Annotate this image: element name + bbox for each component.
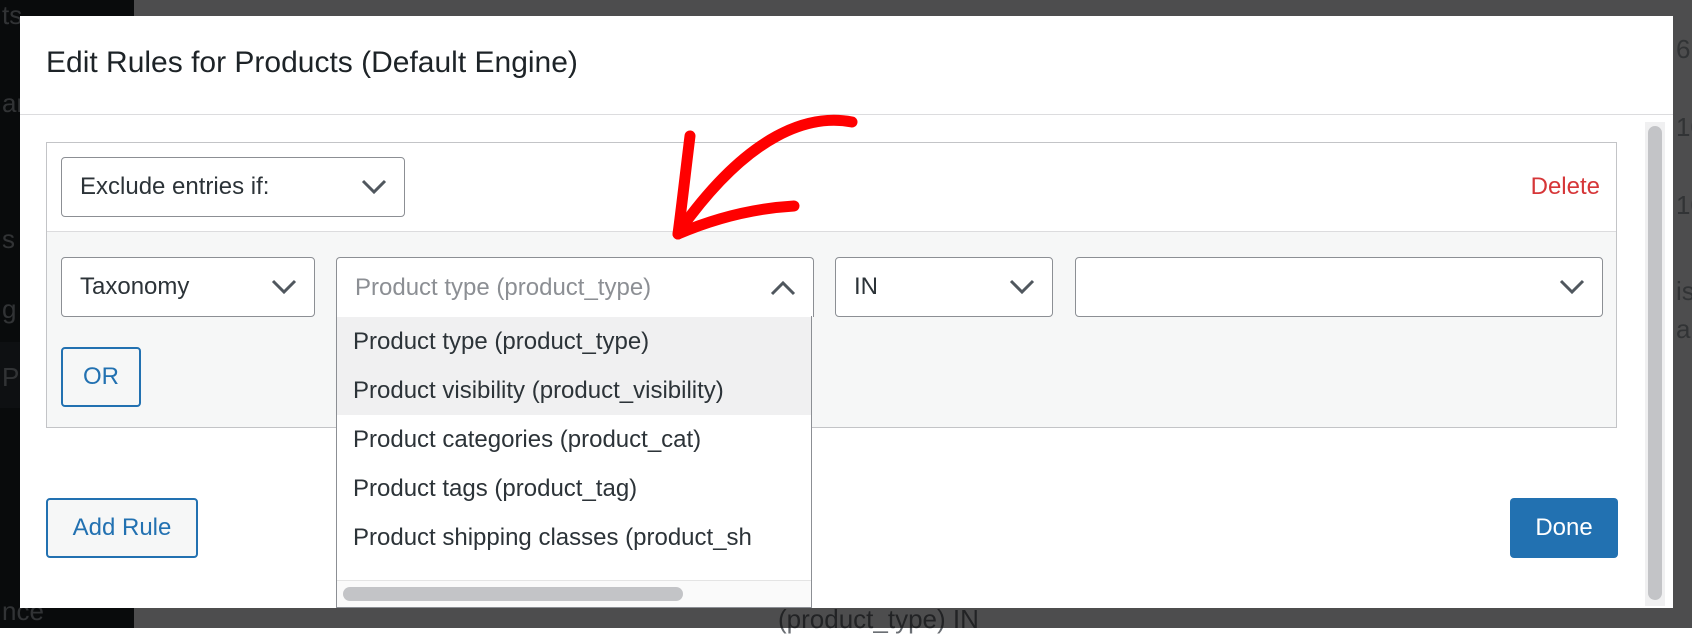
dropdown-option[interactable]: Product type (product_type): [337, 317, 811, 366]
rule-type-select-value: Taxonomy: [80, 273, 190, 300]
condition-select-value: Exclude entries if:: [80, 173, 270, 200]
terms-select[interactable]: [1075, 257, 1603, 317]
red-arrow-annotation-icon: [672, 114, 858, 240]
dropdown-option-label: Product type (product_type): [353, 327, 650, 355]
dropdown-scrollbar-thumb[interactable]: [343, 587, 683, 601]
rule-type-select[interactable]: Taxonomy: [61, 257, 315, 317]
modal-scrollbar-thumb[interactable]: [1648, 126, 1662, 600]
dropdown-option[interactable]: Product visibility (product_visibility): [337, 366, 811, 415]
delete-rule-link[interactable]: Delete: [1531, 173, 1600, 201]
condition-select[interactable]: Exclude entries if:: [61, 157, 405, 217]
or-button[interactable]: OR: [61, 347, 141, 407]
taxonomy-dropdown-list: Product type (product_type) Product visi…: [336, 316, 812, 608]
add-rule-button[interactable]: Add Rule: [46, 498, 198, 558]
dropdown-option-label: Product shipping classes (product_sh: [353, 523, 752, 551]
dropdown-option-label: Product categories (product_cat): [353, 425, 702, 453]
dropdown-option[interactable]: Product categories (product_cat): [337, 415, 811, 464]
dropdown-option-label: Product visibility (product_visibility): [353, 376, 724, 404]
chevron-down-icon: [1009, 279, 1035, 295]
chevron-down-icon: [361, 179, 387, 195]
chevron-down-icon: [1559, 279, 1585, 295]
done-button[interactable]: Done: [1510, 498, 1618, 558]
taxonomy-select-placeholder: Product type (product_type): [355, 273, 652, 301]
dropdown-option-label: Product tags (product_tag): [353, 474, 638, 502]
chevron-up-icon: [770, 280, 796, 295]
modal-header: Edit Rules for Products (Default Engine): [20, 16, 1673, 115]
chevron-down-icon: [271, 279, 297, 295]
operator-select-value: IN: [854, 273, 878, 300]
modal-title: Edit Rules for Products (Default Engine): [46, 46, 578, 79]
dropdown-option[interactable]: Product shipping classes (product_sh: [337, 513, 811, 562]
dropdown-option[interactable]: Product tags (product_tag): [337, 464, 811, 513]
edit-rules-modal: Edit Rules for Products (Default Engine)…: [20, 16, 1673, 608]
